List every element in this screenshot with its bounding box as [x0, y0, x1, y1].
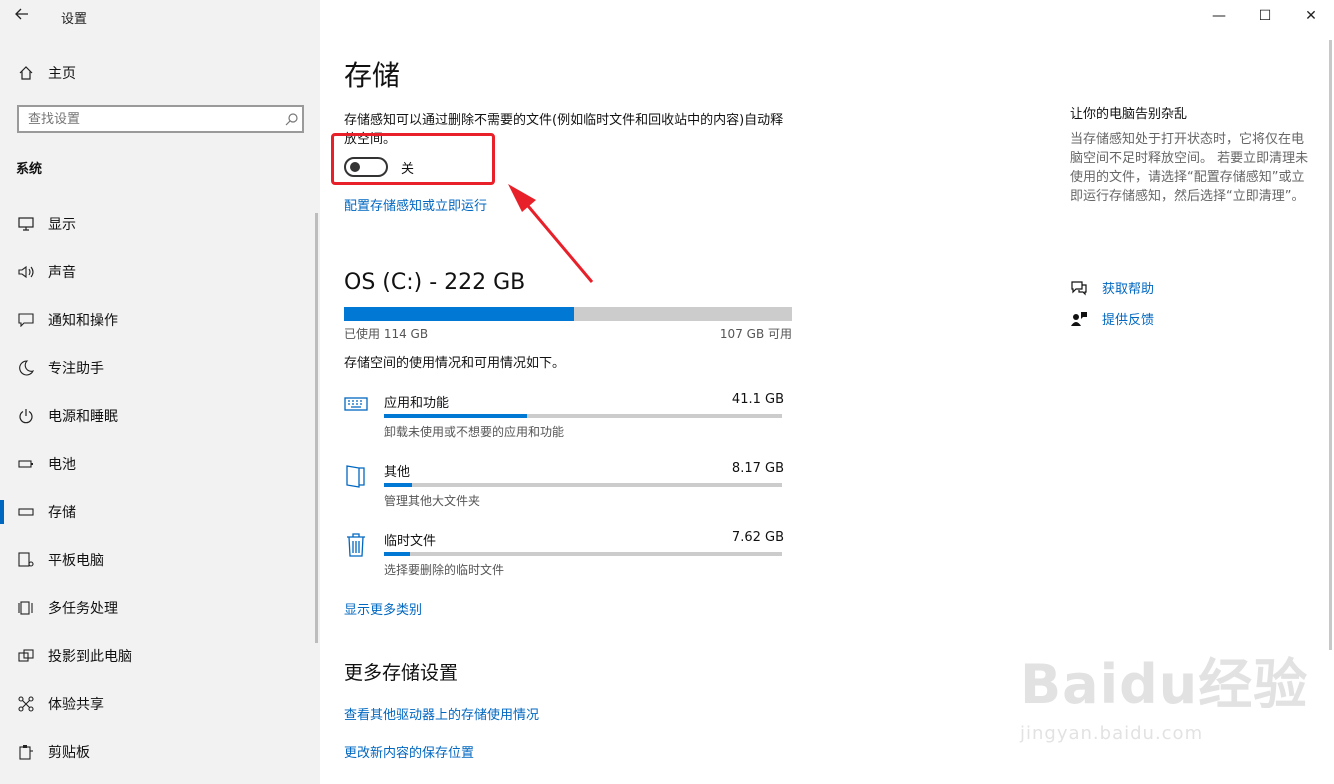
search-box[interactable]: [17, 105, 304, 133]
back-arrow-icon[interactable]: [14, 6, 38, 26]
sidebar-scrollbar[interactable]: [315, 213, 318, 643]
category-bar: [384, 552, 782, 556]
annotation-highlight-box: [331, 133, 495, 185]
storage-icon: [16, 508, 36, 516]
category-name: 应用和功能: [384, 396, 450, 411]
sidebar-item-battery[interactable]: 电池: [0, 440, 320, 488]
sidebar-item-storage[interactable]: 存储: [0, 488, 320, 536]
category-bar: [384, 483, 782, 487]
more-storage-settings-heading: 更多存储设置: [344, 662, 459, 684]
sidebar-item-power[interactable]: 电源和睡眠: [0, 392, 320, 440]
category-subtext: 管理其他大文件夹: [384, 494, 481, 508]
category-subtext: 选择要删除的临时文件: [384, 563, 505, 577]
moon-icon: [16, 360, 36, 376]
get-help-label: 获取帮助: [1102, 282, 1155, 297]
project-icon: [16, 648, 36, 664]
show-more-categories-link[interactable]: 显示更多类别: [344, 599, 422, 618]
change-save-location-link[interactable]: 更改新内容的保存位置: [344, 742, 474, 761]
page-title: 存储: [344, 59, 401, 92]
category-subtext: 卸载未使用或不想要的应用和功能: [384, 425, 565, 439]
category-size: 41.1 GB: [731, 392, 784, 407]
sidebar-item-display[interactable]: 显示: [0, 200, 320, 248]
sidebar-item-sound[interactable]: 声音: [0, 248, 320, 296]
multitask-icon: [16, 600, 36, 616]
category-apps[interactable]: 应用和功能 41.1 GB 卸载未使用或不想要的应用和功能: [344, 392, 784, 442]
right-panel-title: 让你的电脑告别杂乱: [1070, 107, 1188, 122]
sidebar-item-clipboard[interactable]: 剪贴板: [0, 728, 320, 776]
sidebar-item-focus[interactable]: 专注助手: [0, 344, 320, 392]
search-input[interactable]: [19, 111, 280, 127]
sidebar-item-label: 电源和睡眠: [48, 409, 118, 425]
other-drives-usage-link[interactable]: 查看其他驱动器上的存储使用情况: [344, 704, 539, 723]
share-icon: [16, 696, 36, 712]
sidebar-item-label: 通知和操作: [48, 313, 118, 329]
app-title: 设置: [61, 12, 88, 27]
watermark-url: jingyan.baidu.com: [1020, 723, 1204, 744]
sidebar-item-label: 显示: [48, 217, 76, 233]
get-help-link[interactable]: 获取帮助: [1070, 278, 1154, 297]
category-bar-fill: [384, 552, 410, 556]
sidebar-item-label: 专注助手: [48, 361, 104, 377]
keyboard-icon: [344, 394, 368, 420]
sidebar-item-notifications[interactable]: 通知和操作: [0, 296, 320, 344]
sidebar-item-label: 存储: [48, 505, 76, 521]
category-other[interactable]: 其他 8.17 GB 管理其他大文件夹: [344, 461, 784, 511]
nav-home[interactable]: 主页: [0, 58, 320, 88]
category-bar-fill: [384, 483, 412, 487]
search-icon[interactable]: [280, 112, 302, 126]
battery-icon: [16, 459, 36, 469]
power-icon: [16, 408, 36, 424]
nav-list: 显示 声音 通知和操作 专注助手 电源和睡眠 电池 存储 平板电脑 多任务处理 …: [0, 200, 320, 776]
chat-help-icon: [1070, 280, 1088, 296]
sidebar: 设置 主页 系统 显示 声音 通知和操作 专注助手: [0, 0, 320, 784]
right-panel-text: 当存储感知处于打开状态时，它将仅在电脑空间不足时释放空间。 若要立即清理未使用的…: [1070, 132, 1309, 204]
category-name: 其他: [384, 465, 411, 480]
category-bar-fill: [384, 414, 528, 418]
drive-title: OS (C:) - 222 GB: [344, 270, 526, 295]
configure-storage-sense-link[interactable]: 配置存储感知或立即运行: [344, 195, 487, 214]
category-temp-files[interactable]: 临时文件 7.62 GB 选择要删除的临时文件: [344, 530, 784, 580]
sidebar-item-shared-experiences[interactable]: 体验共享: [0, 680, 320, 728]
trash-icon: [344, 532, 368, 558]
home-icon: [16, 65, 36, 81]
sidebar-item-label: 体验共享: [48, 697, 104, 713]
category-name: 临时文件: [384, 534, 437, 549]
monitor-icon: [16, 217, 36, 231]
sidebar-item-label: 剪贴板: [48, 745, 90, 761]
watermark-logo: Baidu经验: [1020, 653, 1309, 716]
sidebar-item-label: 平板电脑: [48, 553, 104, 569]
sidebar-item-label: 投影到此电脑: [48, 649, 132, 665]
category-bar: [384, 414, 782, 418]
main-scrollbar[interactable]: [1329, 40, 1332, 650]
sidebar-item-label: 多任务处理: [48, 601, 118, 617]
drive-usage-bar-fill: [344, 307, 575, 321]
sidebar-item-multitasking[interactable]: 多任务处理: [0, 584, 320, 632]
sidebar-item-label: 声音: [48, 265, 76, 281]
baidu-watermark: Baidu经验 jingyan.baidu.com: [1020, 640, 1320, 770]
usage-description: 存储空间的使用情况和可用情况如下。: [344, 356, 566, 371]
give-feedback-label: 提供反馈: [1102, 313, 1155, 328]
category-size: 8.17 GB: [731, 461, 784, 476]
folder-icon: [344, 463, 368, 489]
drive-usage-bar: [344, 307, 792, 321]
drive-available-label: 107 GB 可用: [719, 327, 792, 341]
sidebar-item-label: 电池: [48, 457, 76, 473]
speaker-icon: [16, 265, 36, 279]
give-feedback-link[interactable]: 提供反馈: [1070, 309, 1154, 328]
tablet-icon: [16, 552, 36, 568]
category-size: 7.62 GB: [731, 530, 784, 545]
notification-icon: [16, 313, 36, 327]
section-title: 系统: [16, 162, 43, 177]
nav-home-label: 主页: [48, 66, 76, 82]
sidebar-item-tablet[interactable]: 平板电脑: [0, 536, 320, 584]
clipboard-icon: [16, 744, 36, 760]
sidebar-item-project[interactable]: 投影到此电脑: [0, 632, 320, 680]
feedback-icon: [1070, 311, 1088, 327]
